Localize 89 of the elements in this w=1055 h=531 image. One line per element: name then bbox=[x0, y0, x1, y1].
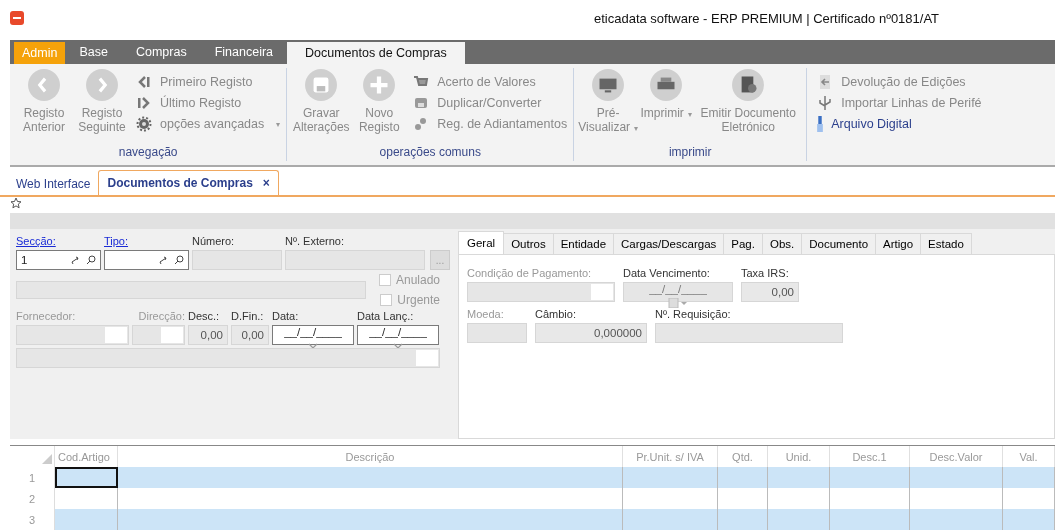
search-icon bbox=[174, 255, 184, 265]
plus-icon bbox=[362, 68, 397, 102]
form-tab[interactable]: Cargas/Descargas bbox=[614, 233, 725, 255]
ribbon-tab[interactable]: Base bbox=[65, 40, 122, 64]
text-field[interactable] bbox=[655, 323, 843, 343]
table-cell[interactable] bbox=[830, 467, 910, 488]
app-logo-icon bbox=[10, 11, 24, 25]
table-cell[interactable] bbox=[118, 467, 623, 488]
swap-icon bbox=[158, 255, 168, 265]
field-label: Câmbio: bbox=[535, 308, 577, 320]
field-label: Data: bbox=[272, 310, 300, 322]
document-icon bbox=[731, 68, 766, 102]
form-tab[interactable]: Geral bbox=[458, 231, 505, 255]
table-cell[interactable] bbox=[623, 509, 718, 530]
table-cell[interactable] bbox=[1003, 509, 1055, 530]
number-field[interactable]: 0,00 bbox=[188, 325, 228, 345]
checkbox[interactable]: Urgente bbox=[380, 293, 441, 307]
form-tab[interactable]: Documento bbox=[802, 233, 877, 255]
search-icon bbox=[86, 255, 96, 265]
more-button[interactable]: ... bbox=[430, 250, 450, 270]
checkbox[interactable]: Anulado bbox=[379, 273, 441, 287]
group-label: operações comuns bbox=[378, 145, 482, 161]
ribbon-tab[interactable]: Financeira bbox=[200, 40, 288, 64]
form-tab[interactable]: Entidade bbox=[553, 233, 615, 255]
field-label: Número: bbox=[192, 235, 236, 247]
text-field[interactable] bbox=[192, 250, 282, 270]
left-icon bbox=[27, 68, 61, 102]
right-icon bbox=[85, 68, 119, 102]
swap-icon bbox=[70, 255, 80, 265]
lookup-field[interactable] bbox=[104, 250, 189, 270]
group-label: imprimir bbox=[667, 145, 713, 161]
date-field[interactable]: __/__/____ bbox=[357, 325, 439, 345]
table-cell[interactable] bbox=[910, 509, 1003, 530]
printer-icon bbox=[649, 68, 684, 102]
table-cell[interactable] bbox=[718, 467, 768, 488]
gear-icon bbox=[136, 116, 152, 132]
ribbon-tab[interactable]: Documentos de Compras bbox=[287, 42, 465, 64]
ribbon-tab[interactable]: Admin bbox=[14, 42, 66, 64]
ribbon-tab[interactable]: Compras bbox=[121, 40, 201, 64]
group-label: navegação bbox=[117, 145, 179, 161]
star-icon[interactable] bbox=[10, 197, 22, 209]
combo-field[interactable] bbox=[16, 325, 129, 345]
save-icon bbox=[304, 68, 339, 102]
field-link[interactable]: Tipo: bbox=[104, 235, 189, 247]
field-label: Fornecedor: bbox=[16, 310, 77, 322]
text-field[interactable] bbox=[285, 250, 425, 270]
field-label: Data Vencimento: bbox=[623, 267, 711, 279]
field-label: Nº. Externo: bbox=[285, 235, 346, 247]
table-cell[interactable] bbox=[55, 509, 118, 530]
table-cell[interactable] bbox=[55, 467, 118, 488]
row-number: 2 bbox=[10, 488, 55, 509]
form-tab[interactable]: Artigo bbox=[876, 233, 922, 255]
monitor-icon bbox=[591, 68, 626, 102]
calendar-dropdown-icon bbox=[668, 298, 688, 308]
number-field[interactable]: 0,00 bbox=[231, 325, 269, 345]
text-field[interactable] bbox=[467, 323, 527, 343]
table-cell[interactable] bbox=[718, 509, 768, 530]
number-field[interactable]: 0,000000 bbox=[535, 323, 647, 343]
window-title: eticadata software - ERP PREMIUM | Certificado nº0181/AT bbox=[594, 10, 940, 26]
field-label: Taxa IRS: bbox=[741, 267, 790, 279]
field-label: Condição de Pagamento: bbox=[467, 267, 593, 279]
date-field[interactable]: __/__/____ bbox=[272, 325, 354, 345]
form-tab[interactable]: Outros bbox=[504, 233, 554, 255]
lookup-field[interactable]: 1 bbox=[16, 250, 101, 270]
corner-icon[interactable] bbox=[42, 454, 52, 464]
combo-field[interactable] bbox=[132, 325, 185, 345]
field-label: Desc.: bbox=[188, 310, 221, 322]
form-tab[interactable]: Pag. bbox=[724, 233, 763, 255]
field-label: D.Fin.: bbox=[231, 310, 265, 322]
form-tab[interactable]: Estado bbox=[921, 233, 972, 255]
field-label: Direcção: bbox=[137, 310, 185, 322]
table-cell[interactable] bbox=[768, 467, 830, 488]
table-cell[interactable] bbox=[768, 509, 830, 530]
ribbon-item[interactable]: Arquivo Digital bbox=[817, 116, 982, 132]
field-label: Nº. Requisição: bbox=[655, 308, 732, 320]
field-label: Moeda: bbox=[467, 308, 505, 320]
table-cell[interactable] bbox=[623, 467, 718, 488]
table-cell[interactable] bbox=[1003, 467, 1055, 488]
form-tab[interactable]: Obs. bbox=[762, 233, 803, 255]
combo-field[interactable] bbox=[467, 282, 615, 302]
number-field[interactable]: 0,00 bbox=[741, 282, 799, 302]
document-tab[interactable]: Web Interface bbox=[10, 173, 97, 195]
field-label: Data Lanç.: bbox=[357, 310, 415, 322]
table-cell[interactable] bbox=[910, 467, 1003, 488]
table-cell[interactable] bbox=[830, 509, 910, 530]
document-tab[interactable]: Documentos de Compras × bbox=[98, 170, 279, 195]
field-link[interactable]: Secção: bbox=[16, 235, 101, 247]
usb-icon bbox=[817, 95, 834, 111]
table-cell[interactable] bbox=[118, 509, 623, 530]
